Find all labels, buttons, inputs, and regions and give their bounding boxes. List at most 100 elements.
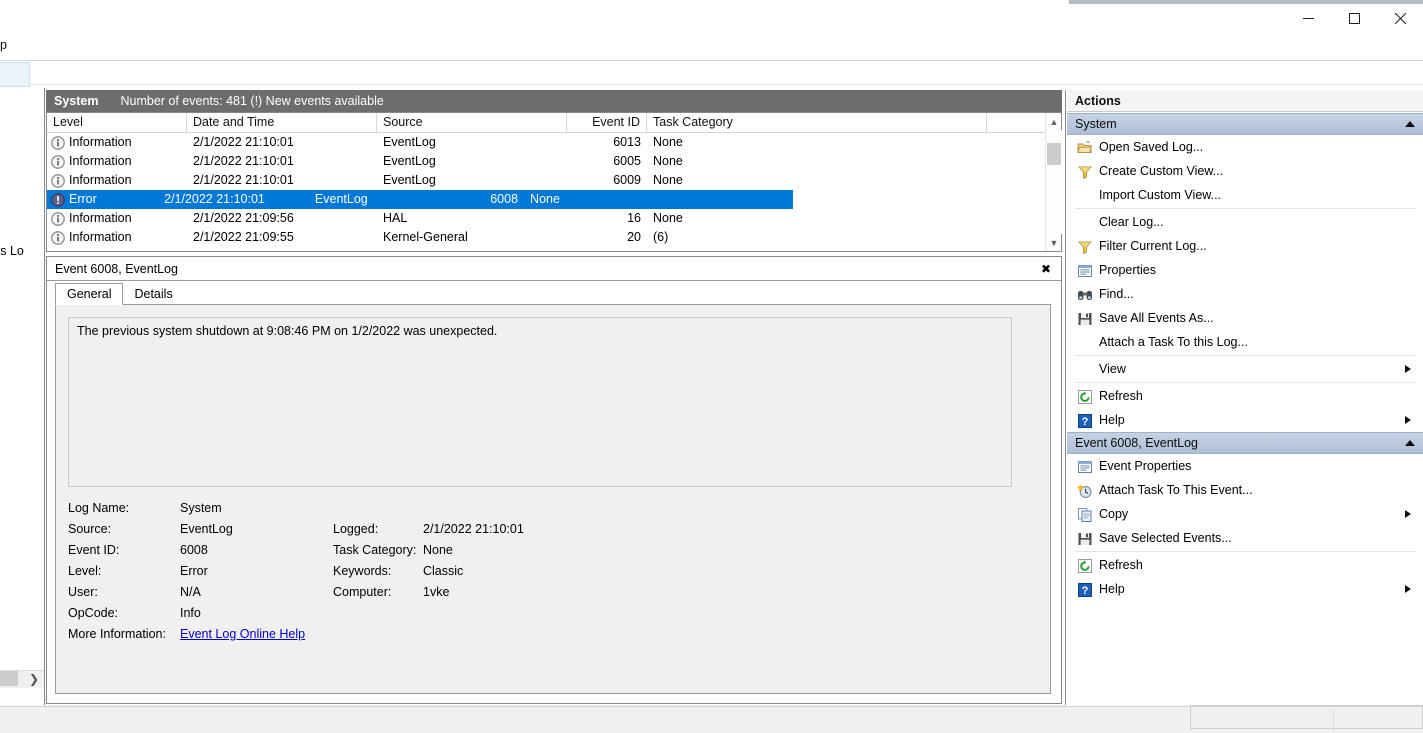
- field-row: Source: EventLog Logged: 2/1/2022 21:10:01: [68, 522, 1028, 543]
- tab-details[interactable]: Details: [123, 284, 183, 305]
- action-item-attach-task-to-this-event[interactable]: Attach Task To This Event...: [1067, 478, 1423, 502]
- event-log-online-help-link[interactable]: Event Log Online Help: [180, 627, 305, 641]
- properties-icon: [1075, 263, 1093, 277]
- action-separator: [1075, 382, 1415, 383]
- actions-group-title: System: [1075, 117, 1117, 131]
- column-header-level[interactable]: Level: [47, 113, 187, 132]
- field-value: Error: [180, 564, 208, 578]
- action-item-help[interactable]: ? Help: [1067, 577, 1423, 601]
- action-item-import-custom-view[interactable]: Import Custom View...: [1067, 183, 1423, 207]
- chevron-up-icon[interactable]: [1405, 436, 1415, 450]
- event-field-grid: Log Name: System Source: EventLog Logged: 2/1…: [68, 501, 1028, 648]
- event-list-scrollbar[interactable]: ▲ ▼: [1045, 113, 1062, 251]
- action-item-find[interactable]: Find...: [1067, 282, 1423, 306]
- cell-level: Information: [47, 152, 187, 171]
- copy-icon: [1077, 507, 1092, 522]
- event-list-row[interactable]: Information 2/1/2022 21:10:01 EventLog 6013…: [47, 133, 1045, 152]
- action-item-label: Create Custom View...: [1099, 164, 1224, 178]
- help-icon: ?: [1077, 582, 1092, 597]
- scroll-up-arrow[interactable]: ▲: [1046, 113, 1062, 130]
- scroll-down-arrow[interactable]: ▼: [1046, 234, 1062, 251]
- log-name-label: System: [54, 94, 99, 108]
- action-item-event-properties[interactable]: Event Properties: [1067, 454, 1423, 478]
- copy-icon: [1075, 507, 1093, 522]
- cell-level: Information: [47, 171, 187, 190]
- cell-date-time: 2/1/2022 21:09:55: [193, 230, 294, 244]
- scrollbar-thumb[interactable]: [1047, 143, 1061, 165]
- filter-icon: [1077, 239, 1092, 255]
- action-item-label: Save Selected Events...: [1099, 531, 1232, 545]
- refresh-icon: [1077, 558, 1092, 573]
- submenu-arrow-icon: [1405, 585, 1411, 593]
- field-value-secondary: 2/1/2022 21:10:01: [423, 522, 524, 536]
- field-value: System: [180, 501, 222, 515]
- event-list-row[interactable]: Error 2/1/2022 21:10:01 EventLog 6008 None: [47, 190, 793, 209]
- action-item-help[interactable]: ? Help: [1067, 408, 1423, 432]
- column-header-event-id[interactable]: Event ID: [567, 113, 647, 132]
- cell-event-id: 6008: [490, 192, 519, 206]
- action-item-clear-log[interactable]: Clear Log...: [1067, 210, 1423, 234]
- cell-task-category: None: [653, 154, 683, 168]
- actions-group-header[interactable]: Event 6008, EventLog: [1067, 432, 1423, 454]
- action-item-save-selected-events[interactable]: Save Selected Events...: [1067, 526, 1423, 550]
- close-button[interactable]: [1377, 4, 1423, 33]
- event-list-row[interactable]: Information 2/1/2022 21:10:01 EventLog 6009…: [47, 171, 1045, 190]
- field-row: Level: Error Keywords: Classic: [68, 564, 1028, 585]
- action-item-copy[interactable]: Copy: [1067, 502, 1423, 526]
- field-label-secondary: Task Category:: [333, 543, 417, 557]
- action-item-open-saved-log[interactable]: Open Saved Log...: [1067, 135, 1423, 159]
- column-header-date-and-time[interactable]: Date and Time: [187, 113, 377, 132]
- action-item-label: Properties: [1099, 263, 1156, 277]
- save-icon: [1075, 311, 1093, 325]
- action-item-save-all-events-as[interactable]: Save All Events As...: [1067, 306, 1423, 330]
- action-item-label: Filter Current Log...: [1099, 239, 1207, 253]
- event-message-box[interactable]: The previous system shutdown at 9:08:46 …: [68, 317, 1012, 487]
- maximize-button[interactable]: [1331, 4, 1377, 33]
- cell-task-category: None: [653, 173, 683, 187]
- cell-source: EventLog: [383, 135, 436, 149]
- filter-icon: [1077, 164, 1092, 180]
- toolbar-button-fragment[interactable]: [0, 62, 30, 87]
- action-item-filter-current-log[interactable]: Filter Current Log...: [1067, 234, 1423, 258]
- action-item-label: Refresh: [1099, 558, 1143, 572]
- event-list-column-headers: Level Date and Time Source Event ID Task Cat…: [47, 113, 1061, 133]
- chevron-up-icon[interactable]: [1405, 117, 1415, 131]
- action-item-label: Clear Log...: [1099, 215, 1164, 229]
- field-row: User: N/A Computer: 1vke: [68, 585, 1028, 606]
- actions-group-header[interactable]: System: [1067, 113, 1423, 135]
- close-detail-pane-icon[interactable]: ✖: [1037, 260, 1055, 278]
- console-tree-pane: s vices Lo ❯: [0, 88, 45, 705]
- column-header-task-category[interactable]: Task Category: [647, 113, 987, 132]
- log-header-bar: System Number of events: 481 (!) New eve…: [46, 90, 1062, 112]
- action-item-create-custom-view[interactable]: Create Custom View...: [1067, 159, 1423, 183]
- action-item-attach-a-task-to-this-log[interactable]: Attach a Task To this Log...: [1067, 330, 1423, 354]
- action-item-view[interactable]: View: [1067, 357, 1423, 381]
- open-folder-icon: [1077, 140, 1093, 154]
- column-header-source[interactable]: Source: [377, 113, 567, 132]
- tree-scroll-right-arrow[interactable]: ❯: [26, 671, 42, 686]
- save-icon: [1077, 311, 1092, 325]
- tree-node-fragment-2[interactable]: vices Lo: [0, 244, 24, 258]
- action-item-refresh[interactable]: Refresh: [1067, 384, 1423, 408]
- log-event-count-label: Number of events: 481 (!) New events ava…: [120, 94, 384, 108]
- field-label: Source:: [68, 522, 112, 536]
- menu-bar: [0, 33, 1423, 58]
- cell-source: EventLog: [383, 154, 436, 168]
- field-label: Level:: [68, 564, 102, 578]
- status-bar-panels: [1190, 705, 1423, 729]
- event-list[interactable]: Level Date and Time Source Event ID Task Cat…: [46, 112, 1062, 252]
- minimize-button[interactable]: [1285, 4, 1331, 33]
- binoculars-icon: [1075, 287, 1093, 301]
- action-item-refresh[interactable]: Refresh: [1067, 553, 1423, 577]
- cell-task-category: None: [653, 211, 683, 225]
- action-item-properties[interactable]: Properties: [1067, 258, 1423, 282]
- menu-item-help-fragment[interactable]: p: [0, 38, 7, 52]
- svg-text:?: ?: [1082, 585, 1089, 597]
- event-list-row[interactable]: Information 2/1/2022 21:10:01 EventLog 6005…: [47, 152, 1045, 171]
- event-list-row[interactable]: Information 2/1/2022 21:09:56 HAL 16 None: [47, 209, 1045, 228]
- cell-date-time: 2/1/2022 21:10:01: [164, 192, 265, 206]
- tab-general[interactable]: General: [55, 283, 124, 305]
- event-list-row[interactable]: Information 2/1/2022 21:09:55 Kernel-Gener…: [47, 228, 1045, 247]
- cell-event-id: 6005: [613, 154, 641, 168]
- tree-scrollbar-thumb[interactable]: [0, 671, 18, 686]
